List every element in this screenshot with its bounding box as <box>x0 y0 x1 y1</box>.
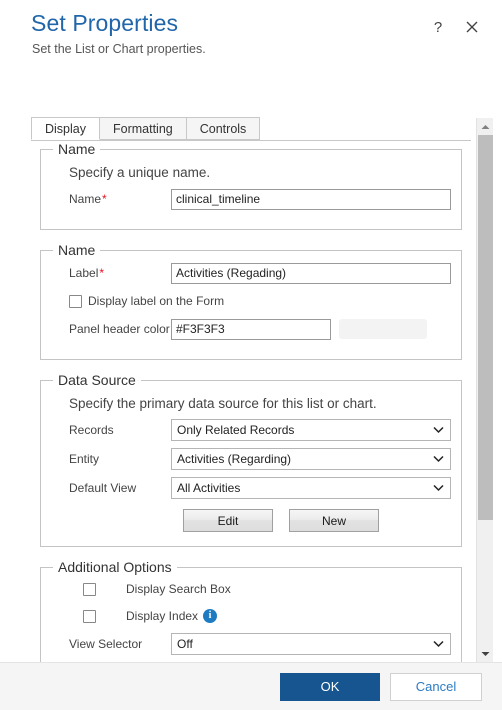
records-label: Records <box>69 423 114 437</box>
view-selector-label: View Selector <box>69 637 143 651</box>
display-label-on-form-checkbox[interactable] <box>69 294 82 308</box>
label-field-label-text: Label <box>69 266 99 280</box>
ok-button[interactable]: OK <box>280 672 380 701</box>
vertical-scrollbar[interactable] <box>476 118 493 662</box>
dialog-header: Set Properties Set the List or Chart pro… <box>0 0 502 100</box>
help-question-icon[interactable]: ? <box>430 18 446 36</box>
tab-controls-label: Controls <box>199 121 247 136</box>
field-row-default-view: Default View All Activities <box>51 477 451 499</box>
field-row-panel-header-color: Panel header color <box>51 318 451 340</box>
info-icon[interactable]: i <box>203 609 218 623</box>
field-row-records: Records Only Related Records <box>51 419 451 441</box>
tab-display[interactable]: Display <box>31 117 100 140</box>
label-field-label: Label* <box>51 266 171 280</box>
group-name-legend: Name <box>58 141 96 157</box>
header-icon-group: ? <box>430 18 480 36</box>
new-button[interactable]: New <box>289 509 379 532</box>
field-row-view-selector: View Selector Off <box>51 633 451 655</box>
tab-strip: Display Formatting Controls <box>31 117 471 141</box>
scrollbar-thumb[interactable] <box>478 135 493 520</box>
entity-label: Entity <box>69 452 100 466</box>
records-dropdown-value: Only Related Records <box>177 423 295 437</box>
dialog-footer: OK Cancel <box>0 662 502 710</box>
group-data-source: Data Source Specify the primary data sou… <box>40 372 462 547</box>
name-field-label: Name* <box>51 192 171 206</box>
display-index-row: Display Index i <box>51 606 451 626</box>
field-row-name: Name* <box>51 188 451 210</box>
panel-header-color-label: Panel header color <box>69 322 170 336</box>
tab-controls[interactable]: Controls <box>185 117 261 140</box>
chevron-down-icon <box>433 426 444 434</box>
records-dropdown[interactable]: Only Related Records <box>171 419 451 441</box>
group-additional-options: Additional Options Display Search Box Di… <box>40 559 462 662</box>
group-data-source-description: Specify the primary data source for this… <box>69 396 377 411</box>
page-title: Set Properties <box>31 10 179 36</box>
default-view-label: Default View <box>69 481 137 495</box>
chevron-down-icon <box>433 455 444 463</box>
display-search-box-row: Display Search Box <box>51 579 451 599</box>
name-field-label-text: Name <box>69 192 102 206</box>
field-row-entity: Entity Activities (Regarding) <box>51 448 451 470</box>
entity-dropdown-value: Activities (Regarding) <box>177 452 292 466</box>
display-index-checkbox[interactable] <box>83 609 96 623</box>
edit-button[interactable]: Edit <box>183 509 273 532</box>
cancel-button[interactable]: Cancel <box>390 672 482 701</box>
display-label-on-form-label: Display label on the Form <box>88 294 225 308</box>
display-label-on-form-row: Display label on the Form <box>51 291 451 311</box>
group-label-legend: Name <box>58 242 96 258</box>
group-data-source-legend: Data Source <box>58 372 136 388</box>
group-label: Name Label* Display label on the Form Pa… <box>40 242 462 360</box>
panel-header-color-swatch[interactable] <box>339 319 427 339</box>
properties-form: Name Specify a unique name. Name* Name L… <box>31 141 471 662</box>
page-subtitle: Set the List or Chart properties. <box>32 42 206 56</box>
group-name-description: Specify a unique name. <box>69 165 211 180</box>
entity-dropdown[interactable]: Activities (Regarding) <box>171 448 451 470</box>
default-view-dropdown-value: All Activities <box>177 481 241 495</box>
close-x-icon[interactable] <box>464 18 480 36</box>
default-view-dropdown[interactable]: All Activities <box>171 477 451 499</box>
name-input[interactable] <box>171 188 451 210</box>
label-input[interactable] <box>171 262 451 284</box>
field-row-label: Label* <box>51 262 451 284</box>
view-selector-dropdown[interactable]: Off <box>171 633 451 655</box>
tab-display-label: Display <box>45 121 86 136</box>
display-search-box-label: Display Search Box <box>126 582 231 596</box>
tab-formatting[interactable]: Formatting <box>99 117 187 140</box>
scrollbar-up-arrow[interactable] <box>477 118 493 135</box>
scrollbar-down-arrow[interactable] <box>477 645 493 662</box>
properties-scroll-region: Name Specify a unique name. Name* Name L… <box>31 141 471 662</box>
required-asterisk: * <box>99 266 105 280</box>
group-name: Name Specify a unique name. Name* <box>40 141 462 230</box>
chevron-down-icon <box>433 640 444 648</box>
chevron-down-icon <box>433 484 444 492</box>
tab-formatting-label: Formatting <box>113 121 173 136</box>
group-additional-options-legend: Additional Options <box>58 559 172 575</box>
display-search-box-checkbox[interactable] <box>83 582 96 596</box>
view-selector-dropdown-value: Off <box>177 637 193 651</box>
required-asterisk: * <box>102 192 107 206</box>
display-index-label: Display Index <box>126 609 199 623</box>
data-source-button-row: Edit New <box>51 509 451 532</box>
panel-header-color-input[interactable] <box>171 318 331 340</box>
